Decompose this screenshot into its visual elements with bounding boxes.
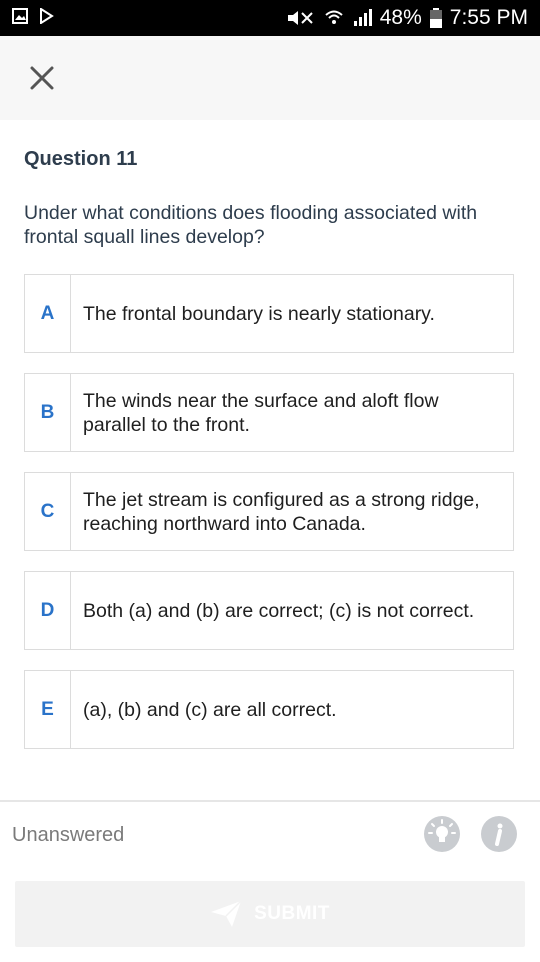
answer-footer: Unanswered SUBMIT <box>0 800 540 962</box>
signal-icon <box>353 9 372 26</box>
question-text: Under what conditions does flooding asso… <box>24 202 478 248</box>
answer-status: Unanswered <box>12 824 125 846</box>
option-text: The frontal boundary is nearly stationar… <box>83 302 435 325</box>
play-store-notification-icon <box>40 8 54 24</box>
mute-icon <box>287 11 313 25</box>
question-number: Question 11 <box>24 148 138 170</box>
close-button[interactable] <box>26 62 58 94</box>
gallery-notification-icon <box>12 8 28 24</box>
option-letter: C <box>25 473 71 550</box>
option-text: The winds near the surface and aloft flo… <box>83 389 439 436</box>
app-header <box>0 36 540 120</box>
battery-icon <box>429 8 442 28</box>
clock: 7:55 PM <box>449 6 528 29</box>
option-b[interactable]: B The winds near the surface and aloft f… <box>24 373 514 452</box>
option-c[interactable]: C The jet stream is configured as a stro… <box>24 472 514 551</box>
send-icon <box>211 900 242 927</box>
status-bar-left <box>12 8 54 24</box>
info-icon <box>495 823 503 846</box>
battery-percent: 48% <box>379 6 422 29</box>
option-letter: D <box>25 572 71 649</box>
option-text: The jet stream is configured as a strong… <box>83 488 480 535</box>
wifi-icon <box>325 10 343 24</box>
status-bar: 48% 7:55 PM <box>0 0 540 36</box>
info-button[interactable] <box>481 816 517 852</box>
option-text: Both (a) and (b) are correct; (c) is not… <box>83 599 475 622</box>
option-letter: E <box>25 671 71 748</box>
option-letter: A <box>25 275 71 352</box>
option-e[interactable]: E (a), (b) and (c) are all correct. <box>24 670 514 749</box>
hint-button[interactable] <box>424 816 460 852</box>
lightbulb-icon <box>428 819 456 842</box>
status-bar-right: 48% 7:55 PM <box>286 6 528 30</box>
option-a[interactable]: A The frontal boundary is nearly station… <box>24 274 514 353</box>
option-letter: B <box>25 374 71 451</box>
option-text: (a), (b) and (c) are all correct. <box>83 698 337 721</box>
submit-label: SUBMIT <box>254 903 330 924</box>
close-icon <box>30 66 54 90</box>
option-d[interactable]: D Both (a) and (b) are correct; (c) is n… <box>24 571 514 650</box>
submit-button[interactable]: SUBMIT <box>15 881 525 947</box>
